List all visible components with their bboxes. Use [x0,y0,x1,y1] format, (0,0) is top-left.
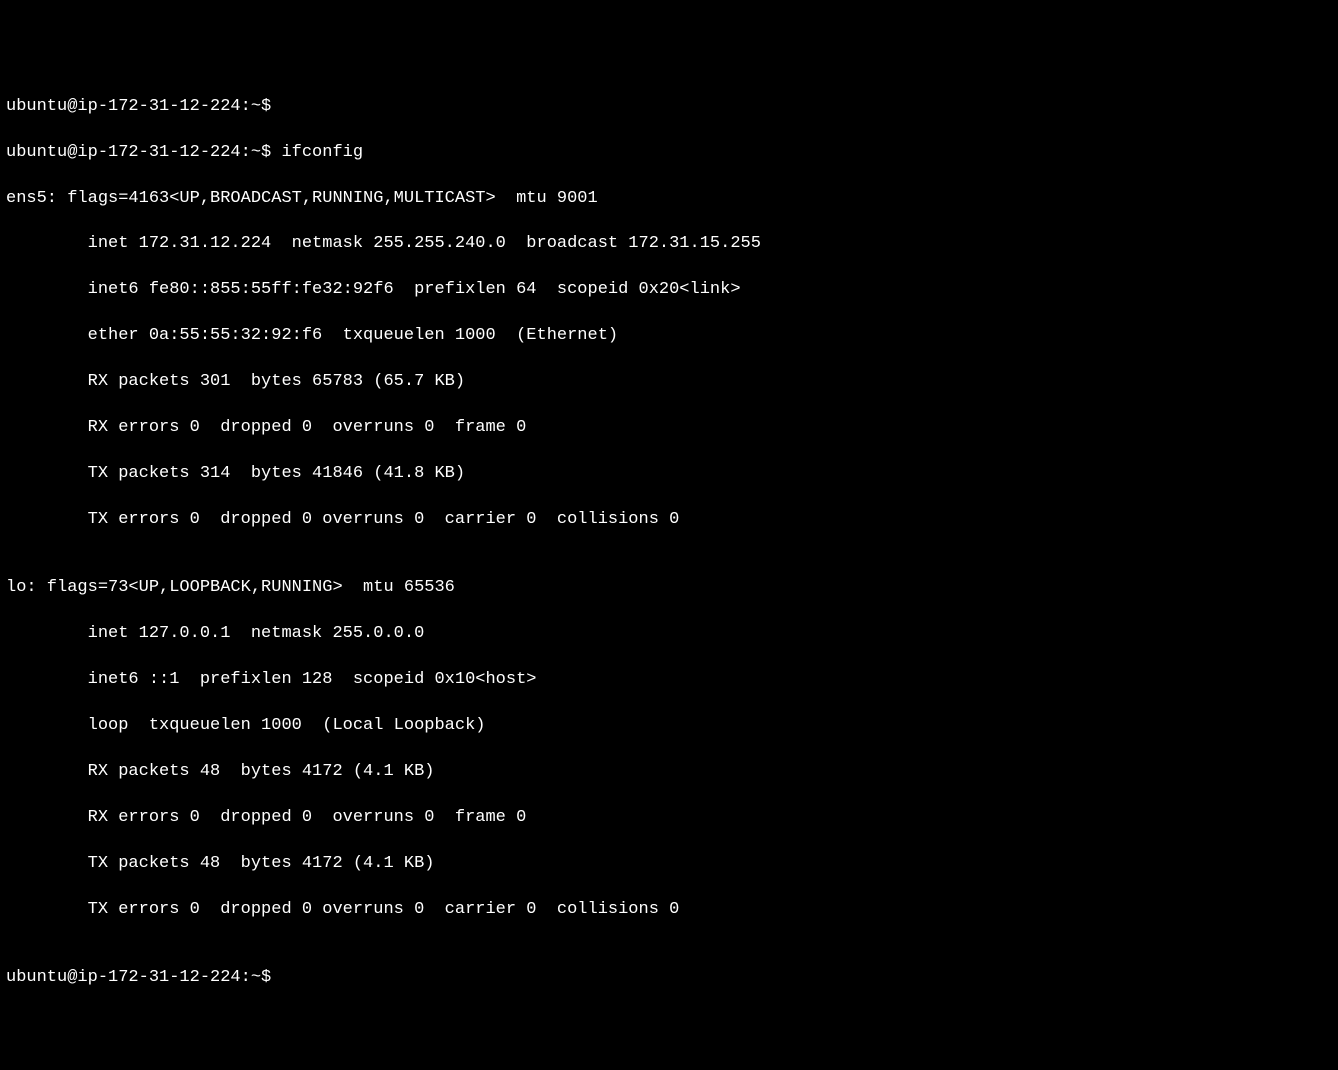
prompt-line-ready[interactable]: ubuntu@ip-172-31-12-224:~$ [6,967,1332,990]
iface-lo-inet6: inet6 ::1 prefixlen 128 scopeid 0x10<hos… [6,669,1332,692]
iface-ens5-inet: inet 172.31.12.224 netmask 255.255.240.0… [6,233,1332,256]
iface-ens5-ether: ether 0a:55:55:32:92:f6 txqueuelen 1000 … [6,325,1332,348]
iface-ens5-rx-errors: RX errors 0 dropped 0 overruns 0 frame 0 [6,417,1332,440]
iface-ens5-inet6: inet6 fe80::855:55ff:fe32:92f6 prefixlen… [6,279,1332,302]
iface-ens5-header: ens5: flags=4163<UP,BROADCAST,RUNNING,MU… [6,188,1332,211]
iface-ens5-rx-packets: RX packets 301 bytes 65783 (65.7 KB) [6,371,1332,394]
iface-ens5-tx-errors: TX errors 0 dropped 0 overruns 0 carrier… [6,509,1332,532]
iface-lo-tx-errors: TX errors 0 dropped 0 overruns 0 carrier… [6,899,1332,922]
prompt-line-empty: ubuntu@ip-172-31-12-224:~$ [6,96,1332,119]
iface-lo-tx-packets: TX packets 48 bytes 4172 (4.1 KB) [6,853,1332,876]
iface-lo-rx-errors: RX errors 0 dropped 0 overruns 0 frame 0 [6,807,1332,830]
iface-lo-rx-packets: RX packets 48 bytes 4172 (4.1 KB) [6,761,1332,784]
iface-lo-loop: loop txqueuelen 1000 (Local Loopback) [6,715,1332,738]
iface-lo-header: lo: flags=73<UP,LOOPBACK,RUNNING> mtu 65… [6,577,1332,600]
command-line-ifconfig: ubuntu@ip-172-31-12-224:~$ ifconfig [6,142,1332,165]
iface-ens5-tx-packets: TX packets 314 bytes 41846 (41.8 KB) [6,463,1332,486]
iface-lo-inet: inet 127.0.0.1 netmask 255.0.0.0 [6,623,1332,646]
